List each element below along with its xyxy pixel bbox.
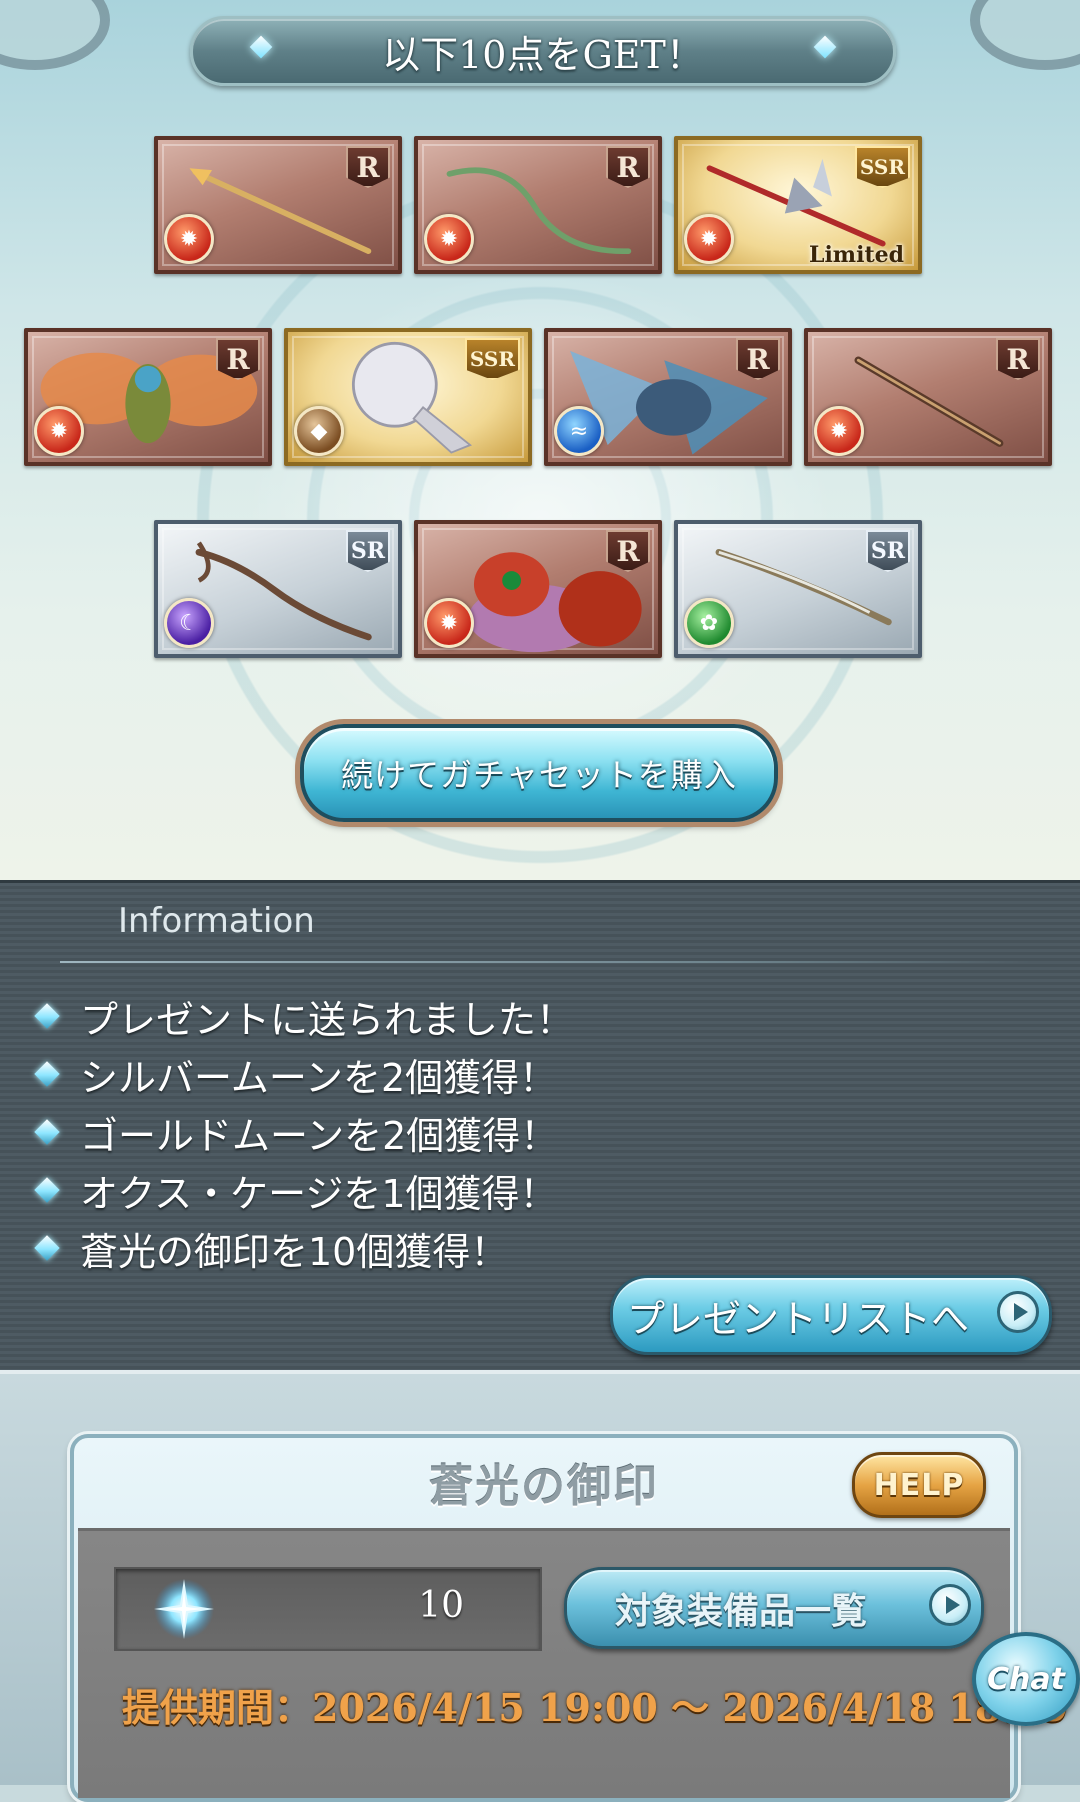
limited-label: Limited xyxy=(808,242,904,268)
gacha-result-area: 以下10点をGET！ R ✹ R ✹ SSR ✹ Limited R ✹ SSR… xyxy=(0,0,1080,880)
diamond-bullet-icon xyxy=(34,1061,60,1087)
play-arrow-icon xyxy=(929,1584,971,1626)
item-card[interactable]: SR ☾ xyxy=(154,520,402,658)
chat-button[interactable]: Chat xyxy=(972,1632,1080,1726)
divider xyxy=(60,961,1030,963)
buy-gacha-set-label: 続けてガチャセットを購入 xyxy=(341,756,737,794)
info-message: オクス・ケージを1個獲得！ xyxy=(32,1165,558,1216)
item-card[interactable]: SSR ✹ Limited xyxy=(674,136,922,274)
item-card[interactable]: R ✹ xyxy=(804,328,1052,466)
wind-element-icon: ✿ xyxy=(684,598,734,648)
diamond-icon xyxy=(249,35,273,59)
fire-element-icon: ✹ xyxy=(164,214,214,264)
help-label: HELP xyxy=(873,1467,965,1503)
fire-element-icon: ✹ xyxy=(424,598,474,648)
item-card[interactable]: R ✹ xyxy=(154,136,402,274)
info-message: シルバームーンを2個獲得！ xyxy=(32,1049,557,1100)
item-card[interactable]: R ✹ xyxy=(414,136,662,274)
item-card[interactable]: R ✹ xyxy=(24,328,272,466)
chat-label: Chat xyxy=(987,1661,1065,1697)
help-button[interactable]: HELP xyxy=(852,1452,986,1518)
fire-element-icon: ✹ xyxy=(424,214,474,264)
diamond-bullet-icon xyxy=(34,1119,60,1145)
item-card[interactable]: SR ✿ xyxy=(674,520,922,658)
present-list-label: プレゼントリストへ xyxy=(627,1296,970,1341)
target-equipment-list-label: 対象装備品一覧 xyxy=(615,1591,868,1632)
fire-element-icon: ✹ xyxy=(34,406,84,456)
info-message: ゴールドムーンを2個獲得！ xyxy=(32,1107,558,1158)
result-banner-text: 以下10点をGET！ xyxy=(382,32,704,77)
item-card[interactable]: R ✹ xyxy=(414,520,662,658)
buy-gacha-set-button[interactable]: 続けてガチャセットを購入 xyxy=(300,724,778,822)
seal-section: 蒼光の御印 HELP 10 対象装備品一覧 提供期間：2026/4/15 19:… xyxy=(0,1370,1080,1802)
dark-element-icon: ☾ xyxy=(164,598,214,648)
offer-period: 提供期間：2026/4/15 19:00 〜 2026/4/18 18:59 xyxy=(122,1685,1069,1730)
information-title: Information xyxy=(118,901,315,941)
fire-element-icon: ✹ xyxy=(814,406,864,456)
play-arrow-icon xyxy=(997,1291,1039,1333)
ornament-frame-left xyxy=(0,0,110,70)
diamond-bullet-icon xyxy=(34,1177,60,1203)
info-message: プレゼントに送られました！ xyxy=(32,991,574,1042)
diamond-bullet-icon xyxy=(34,1235,60,1261)
item-card[interactable]: SSR ◆ xyxy=(284,328,532,466)
result-banner: 以下10点をGET！ xyxy=(190,16,896,86)
seal-count-box: 10 xyxy=(114,1567,542,1651)
earth-element-icon: ◆ xyxy=(294,406,344,456)
info-message: 蒼光の御印を10個獲得！ xyxy=(32,1223,508,1274)
present-list-button[interactable]: プレゼントリストへ xyxy=(610,1275,1052,1355)
seal-count: 10 xyxy=(418,1585,464,1626)
information-panel: Information プレゼントに送られました！ シルバームーンを2個獲得！ … xyxy=(0,880,1080,1373)
water-element-icon: ≈ xyxy=(554,406,604,456)
seal-body: 10 対象装備品一覧 提供期間：2026/4/15 19:00 〜 2026/4… xyxy=(78,1528,1068,1798)
fire-element-icon: ✹ xyxy=(684,214,734,264)
seal-card: 蒼光の御印 HELP 10 対象装備品一覧 提供期間：2026/4/15 19:… xyxy=(70,1434,1068,1802)
diamond-icon xyxy=(813,35,837,59)
ornament-frame-right xyxy=(970,0,1080,70)
diamond-bullet-icon xyxy=(34,1003,60,1029)
blue-seal-sparkle-icon xyxy=(154,1579,214,1639)
item-card[interactable]: R ≈ xyxy=(544,328,792,466)
target-equipment-list-button[interactable]: 対象装備品一覧 xyxy=(564,1567,984,1649)
